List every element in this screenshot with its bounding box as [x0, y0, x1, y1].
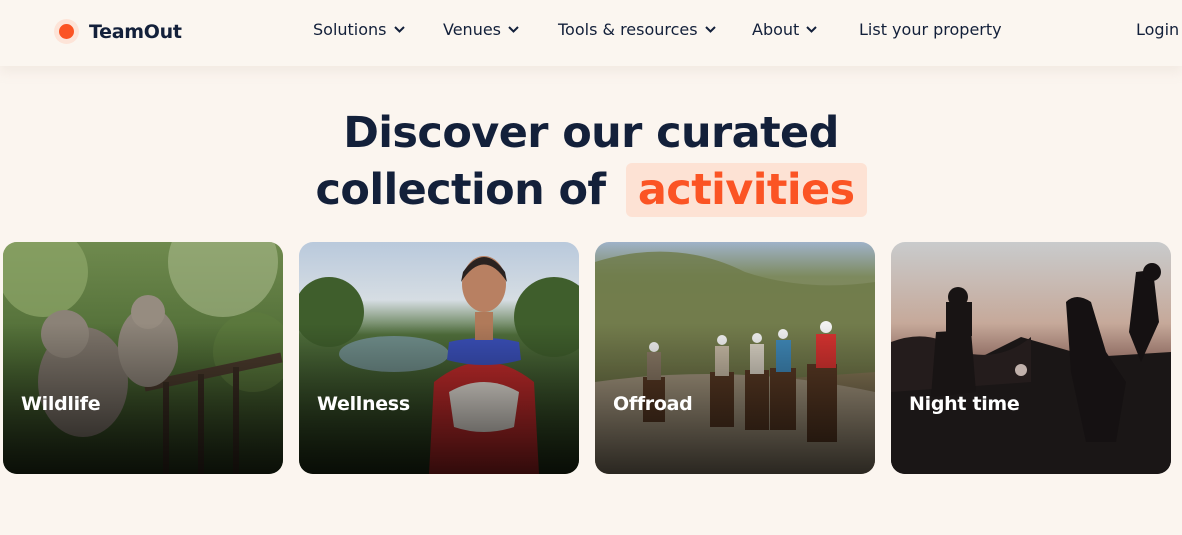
nav-about-label: About: [752, 20, 800, 39]
activity-card-wellness[interactable]: Wellness: [299, 242, 579, 474]
activity-card-night-time[interactable]: Night time: [891, 242, 1171, 474]
brand-name: TeamOut: [89, 20, 182, 43]
night-time-photo: [891, 242, 1171, 474]
hero-title-prefix: collection of: [315, 165, 606, 215]
nav-list-property[interactable]: List your property: [859, 20, 1002, 39]
nav-tools-resources-label: Tools & resources: [558, 20, 698, 39]
offroad-photo: [595, 242, 875, 474]
top-navbar: TeamOut Solutions Venues Tools & resourc…: [0, 0, 1182, 66]
wellness-photo: [299, 242, 579, 474]
hero-title-highlight: activities: [625, 163, 867, 217]
nav-venues[interactable]: Venues: [443, 20, 519, 39]
login-label: Login: [1136, 20, 1180, 39]
nav-tools-resources[interactable]: Tools & resources: [558, 20, 716, 39]
chevron-down-icon: [704, 26, 716, 33]
wildlife-photo: [3, 242, 283, 474]
nav-venues-label: Venues: [443, 20, 502, 39]
activity-card-wildlife[interactable]: Wildlife: [3, 242, 283, 474]
nav-solutions-label: Solutions: [313, 20, 387, 39]
activity-label-night-time: Night time: [909, 393, 1020, 415]
chevron-down-icon: [393, 26, 405, 33]
login-link[interactable]: Login: [1136, 20, 1179, 39]
chevron-down-icon: [806, 26, 818, 33]
activity-label-wildlife: Wildlife: [21, 393, 101, 415]
activity-label-wellness: Wellness: [317, 393, 410, 415]
nav-about[interactable]: About: [752, 20, 818, 39]
activity-label-offroad: Offroad: [613, 393, 693, 415]
activity-card-offroad[interactable]: Offroad: [595, 242, 875, 474]
hero-title-line-1: Discover our curated: [343, 108, 839, 158]
chevron-down-icon: [508, 26, 519, 33]
nav-list-property-label: List your property: [859, 20, 1002, 39]
hero-title-line-2: collection of activities: [0, 163, 1182, 217]
nav-solutions[interactable]: Solutions: [313, 20, 405, 39]
logo-dot-icon: [54, 19, 79, 44]
brand-logo[interactable]: TeamOut: [54, 19, 182, 44]
